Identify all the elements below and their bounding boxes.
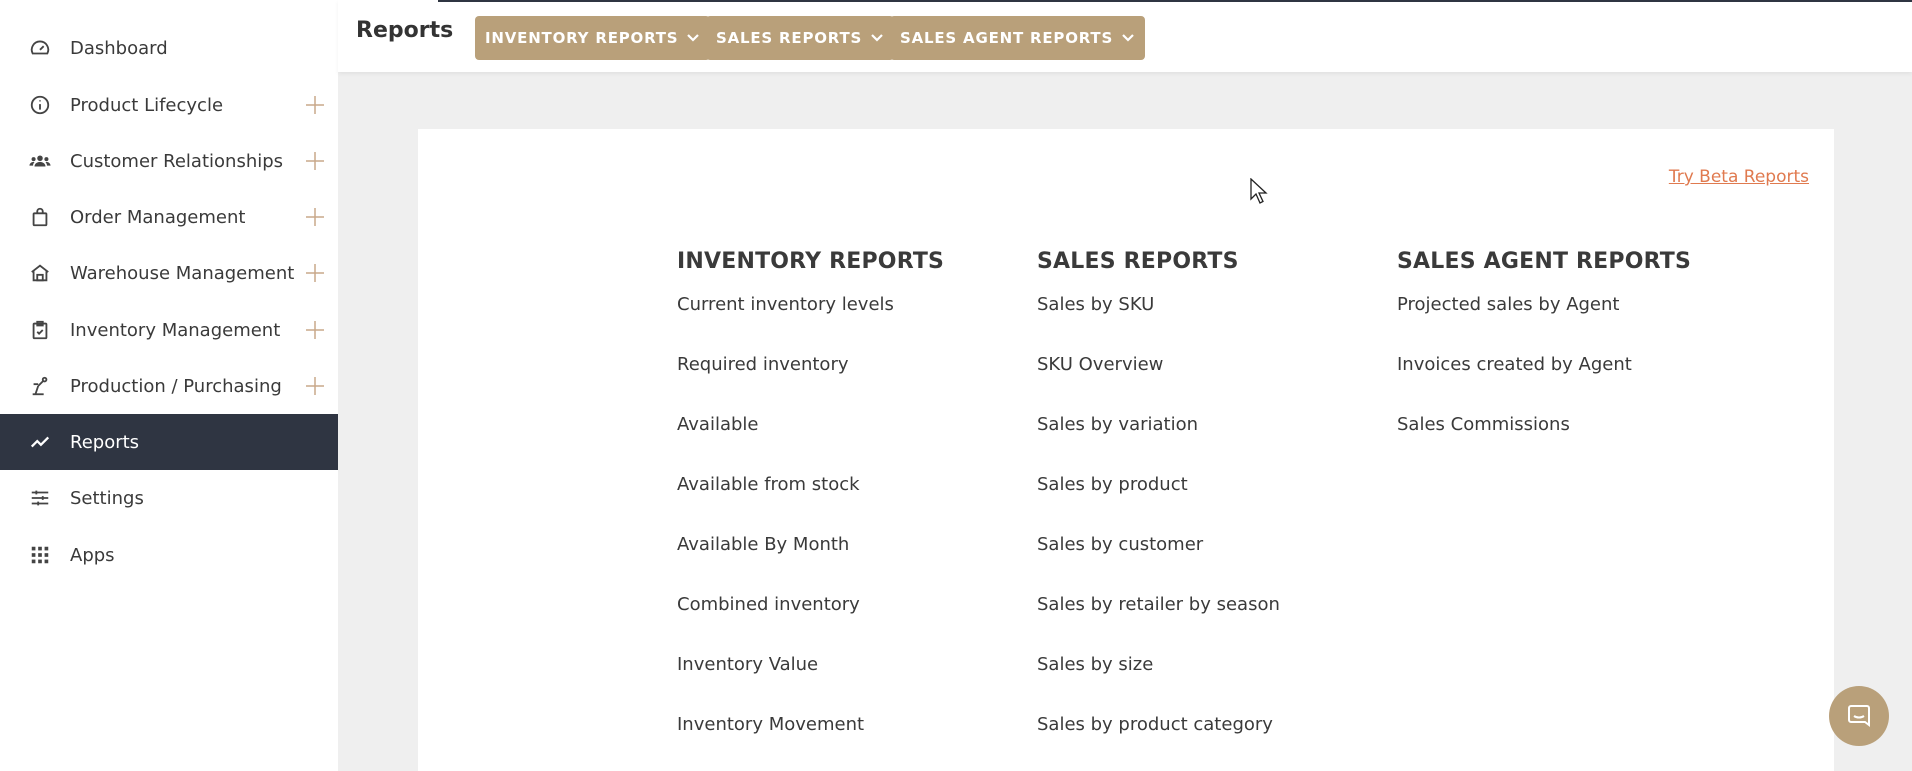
dropdown-label: SALES REPORTS [716,29,863,47]
column-title: INVENTORY REPORTS [677,249,945,274]
top-divider [438,0,1912,2]
report-list: Current inventory levels Required invent… [677,292,944,771]
page-title: Reports [356,18,454,43]
report-link[interactable]: Invoices created by Agent [1397,352,1691,412]
sidebar-item-order-management[interactable]: Order Management [0,189,338,245]
sidebar-item-inventory-management[interactable]: Inventory Management [0,302,338,358]
sidebar-item-customer-relationships[interactable]: Customer Relationships [0,133,338,189]
trend-line-icon [28,430,52,454]
chevron-down-icon [1122,34,1134,42]
sidebar-item-label: Reports [70,431,140,453]
sidebar-item-label: Dashboard [70,37,168,59]
chevron-down-icon [871,34,883,42]
reports-card: Try Beta Reports INVENTORY REPORTS Curre… [418,129,1834,771]
sidebar-item-label: Customer Relationships [70,150,284,172]
sidebar-item-label: Settings [70,487,144,509]
chat-launcher-button[interactable] [1829,686,1889,746]
info-icon [28,93,52,117]
sliders-icon [28,486,52,510]
machine-icon [28,374,52,398]
sidebar-item-product-lifecycle[interactable]: Product Lifecycle [0,77,338,133]
clipboard-check-icon [28,318,52,342]
report-link[interactable]: Combined inventory [677,592,944,652]
plus-icon[interactable] [304,206,326,228]
report-list: Sales by SKU SKU Overview Sales by varia… [1037,292,1280,771]
inventory-reports-column: INVENTORY REPORTS Current inventory leve… [677,249,944,771]
report-link[interactable]: Sales by product [1037,472,1280,532]
sidebar-item-label: Production / Purchasing [70,375,282,397]
plus-icon[interactable] [304,262,326,284]
report-link[interactable]: Sales by variation [1037,412,1280,472]
warehouse-icon [28,261,52,285]
sidebar: Dashboard Product Lifecycle Customer Rel… [0,0,338,771]
try-beta-reports-link[interactable]: Try Beta Reports [1669,167,1809,187]
report-link[interactable]: Sales by customer [1037,532,1280,592]
plus-icon[interactable] [304,375,326,397]
inventory-reports-dropdown[interactable]: INVENTORY REPORTS [475,16,711,60]
sidebar-item-label: Apps [70,544,115,566]
report-link[interactable]: SKU Overview [1037,352,1280,412]
sidebar-item-dashboard[interactable]: Dashboard [0,20,338,76]
plus-icon[interactable] [304,319,326,341]
report-link[interactable]: Inventory Value [677,652,944,712]
report-link[interactable]: Sales by retailer by season [1037,592,1280,652]
shopping-bag-icon [28,205,52,229]
plus-icon[interactable] [304,150,326,172]
report-link[interactable]: Projected sales by Agent [1397,292,1691,352]
sidebar-item-settings[interactable]: Settings [0,470,338,526]
gauge-icon [28,36,52,60]
report-link[interactable]: Inventory Movement [677,712,944,771]
sidebar-item-label: Product Lifecycle [70,94,224,116]
sidebar-item-production-purchasing[interactable]: Production / Purchasing [0,358,338,414]
chat-icon [1848,705,1870,727]
sales-agent-reports-column: SALES AGENT REPORTS Projected sales by A… [1397,249,1691,472]
report-link[interactable]: Current inventory levels [677,292,944,352]
people-icon [28,149,52,173]
sidebar-item-reports[interactable]: Reports [0,414,338,470]
sales-reports-column: SALES REPORTS Sales by SKU SKU Overview … [1037,249,1280,771]
sales-agent-reports-dropdown[interactable]: SALES AGENT REPORTS [890,16,1146,60]
dropdown-label: INVENTORY REPORTS [485,29,679,47]
report-link[interactable]: Required inventory [677,352,944,412]
chevron-down-icon [687,34,700,42]
sidebar-item-label: Warehouse Management [70,262,295,284]
column-title: SALES AGENT REPORTS [1397,249,1692,274]
plus-icon[interactable] [304,94,326,116]
sidebar-item-label: Order Management [70,206,246,228]
column-title: SALES REPORTS [1037,249,1239,274]
report-link[interactable]: Sales by size [1037,652,1280,712]
top-bar: Reports INVENTORY REPORTS SALES REPORTS … [338,0,1912,72]
grid-icon [28,543,52,567]
report-link[interactable]: Sales by product category [1037,712,1280,771]
report-link[interactable]: Sales by SKU [1037,292,1280,352]
sidebar-item-warehouse-management[interactable]: Warehouse Management [0,245,338,301]
sales-reports-dropdown[interactable]: SALES REPORTS [706,16,895,60]
report-link[interactable]: Sales Commissions [1397,412,1691,472]
report-link[interactable]: Available By Month [677,532,944,592]
report-link[interactable]: Available from stock [677,472,944,532]
dropdown-label: SALES AGENT REPORTS [900,29,1114,47]
sidebar-item-label: Inventory Management [70,319,281,341]
mouse-cursor-icon [1250,178,1268,204]
report-link[interactable]: Available [677,412,944,472]
sidebar-item-apps[interactable]: Apps [0,527,338,583]
report-list: Projected sales by Agent Invoices create… [1397,292,1691,472]
